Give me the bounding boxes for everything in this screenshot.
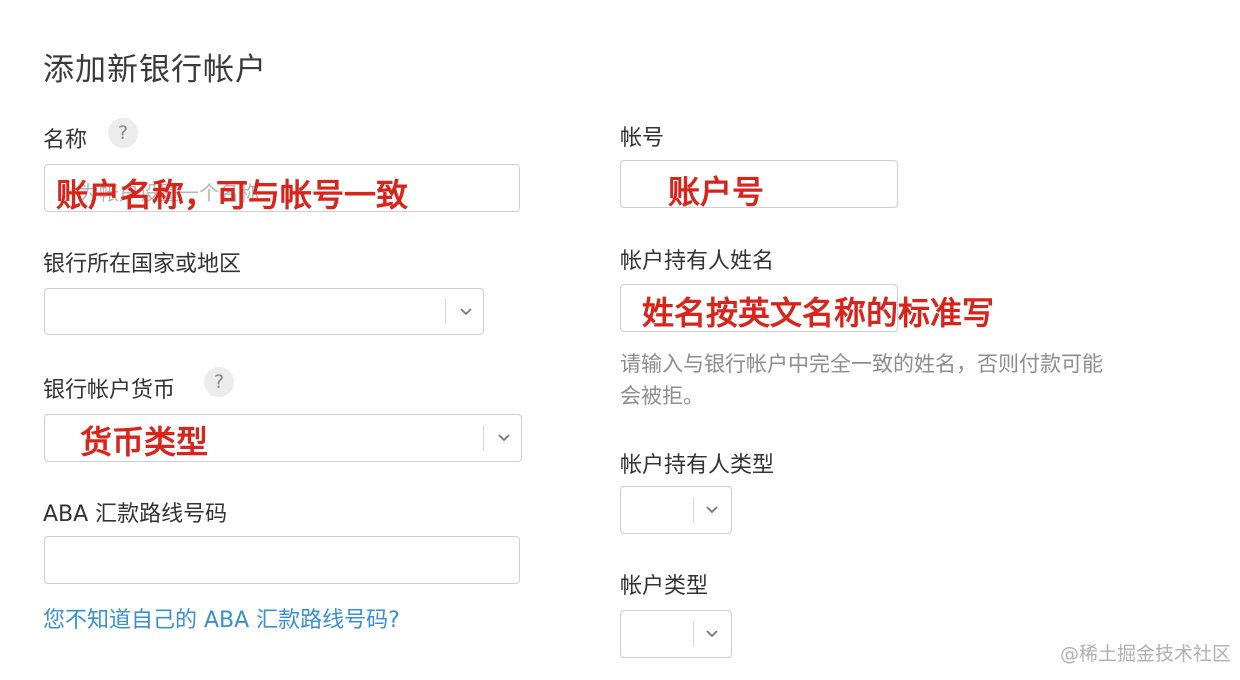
add-bank-account-page: 添加新银行帐户 名称 ? 为帐户设置一个名称 账户名称，可与帐号一致 银行所在国…: [0, 0, 1240, 680]
country-label: 银行所在国家或地区: [43, 252, 242, 277]
chevron-down-icon: [706, 630, 718, 638]
currency-label: 银行帐户货币: [43, 378, 176, 403]
name-help-icon[interactable]: ?: [108, 118, 138, 148]
holder-name-hint: 请输入与银行帐户中完全一致的姓名，否则付款可能会被拒。: [620, 352, 1103, 408]
account-type-label: 帐户类型: [620, 574, 709, 599]
annotation-name: 账户名称，可与帐号一致: [56, 176, 409, 214]
chevron-down-icon: [706, 506, 718, 514]
holder-name-label: 帐户持有人姓名: [620, 249, 775, 274]
country-select[interactable]: [44, 288, 484, 335]
select-divider: [445, 299, 446, 324]
chevron-down-icon: [460, 308, 472, 316]
aba-help-link[interactable]: 您不知道自己的 ABA 汇款路线号码?: [43, 602, 400, 634]
aba-label: ABA 汇款路线号码: [43, 502, 228, 527]
account-number-label: 帐号: [620, 126, 665, 151]
account-type-select[interactable]: [620, 610, 732, 658]
currency-help-icon[interactable]: ?: [204, 367, 234, 397]
select-divider: [693, 497, 694, 523]
select-divider: [693, 621, 694, 647]
annotation-currency: 货币类型: [80, 423, 209, 461]
aba-input[interactable]: [44, 536, 520, 584]
holder-type-select[interactable]: [620, 486, 732, 534]
chevron-down-icon: [498, 434, 510, 442]
annotation-holder-name: 姓名按英文名称的标准写: [642, 294, 995, 332]
select-divider: [483, 425, 484, 451]
watermark: @稀土掘金技术社区: [1060, 643, 1232, 665]
annotation-account-number: 账户号: [668, 173, 765, 211]
holder-type-label: 帐户持有人类型: [620, 453, 775, 478]
name-label: 名称: [43, 128, 88, 153]
page-title: 添加新银行帐户: [43, 52, 267, 88]
